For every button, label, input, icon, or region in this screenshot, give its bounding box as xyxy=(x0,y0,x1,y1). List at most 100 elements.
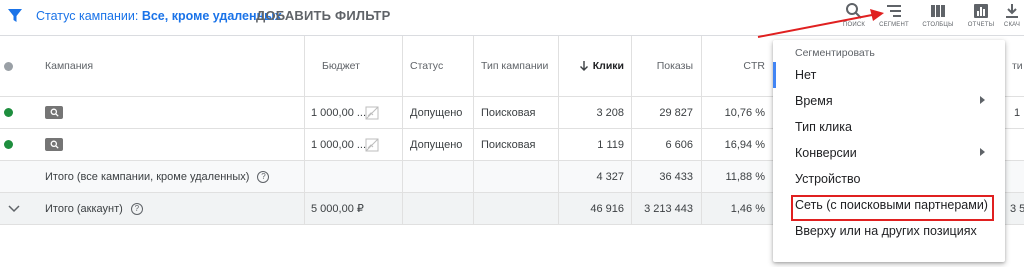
campaign-name-cell[interactable] xyxy=(45,97,63,128)
column-divider xyxy=(473,97,474,128)
select-all-status[interactable] xyxy=(4,36,13,96)
column-divider xyxy=(402,161,403,192)
budget-cell[interactable]: 1 000,00 ... xyxy=(311,129,366,160)
ctr-cell: 10,76 % xyxy=(724,106,765,119)
header-status[interactable]: Статус xyxy=(410,36,443,96)
header-impressions[interactable]: Показы xyxy=(631,36,693,96)
column-divider xyxy=(473,36,474,96)
segment-tool-label: СЕГМЕНТ xyxy=(879,22,909,28)
columns-icon xyxy=(931,5,945,17)
filter-icon[interactable] xyxy=(8,9,22,23)
column-divider xyxy=(304,97,305,128)
account-total-impressions: 3 213 443 xyxy=(644,202,693,215)
clicks-cell: 1 119 xyxy=(597,138,624,151)
segment-option-label: Время xyxy=(795,94,833,108)
column-divider xyxy=(402,36,403,96)
column-divider xyxy=(304,193,305,224)
segment-option-label: Вверху или на других позициях xyxy=(795,224,977,238)
clicks-cell: 3 208 xyxy=(596,106,624,119)
segment-option-click-type[interactable]: Тип клика xyxy=(773,114,1005,140)
segment-menu-title: Сегментировать xyxy=(795,47,875,59)
column-divider xyxy=(402,97,403,128)
column-divider xyxy=(304,129,305,160)
segment-tool-button[interactable]: СЕГМЕНТ xyxy=(874,2,914,34)
subtotal-label: Итого (все кампании, кроме удаленных) ? xyxy=(45,161,270,192)
help-icon[interactable]: ? xyxy=(257,170,270,183)
account-total-label-text: Итого (аккаунт) xyxy=(45,202,123,215)
add-filter-button[interactable]: ДОБАВИТЬ ФИЛЬТР xyxy=(256,8,390,23)
segment-option-label: Тип клика xyxy=(795,120,852,134)
column-divider xyxy=(402,129,403,160)
ctr-cell: 16,94 % xyxy=(724,138,765,151)
account-total-ctr: 1,46 % xyxy=(730,202,765,215)
help-icon[interactable]: ? xyxy=(130,202,143,215)
account-total-extra: 3 5 xyxy=(1010,202,1024,215)
column-divider xyxy=(402,193,403,224)
account-total-label: Итого (аккаунт) ? xyxy=(45,193,143,224)
filter-bar: Статус кампании: Все, кроме удаленных ДО… xyxy=(0,0,1024,34)
chevron-right-icon xyxy=(980,148,985,156)
expand-total-button[interactable] xyxy=(8,193,20,224)
subtotal-impressions: 36 433 xyxy=(659,170,693,183)
column-divider xyxy=(473,193,474,224)
status-dot xyxy=(4,97,13,128)
header-budget[interactable]: Бюджет xyxy=(304,36,360,96)
segment-option-none[interactable]: Нет xyxy=(773,62,1005,88)
image-placeholder-icon xyxy=(365,97,379,128)
segment-option-conversions[interactable]: Конверсии xyxy=(773,140,1005,166)
search-tool-label: ПОИСК xyxy=(842,22,866,28)
header-campaign-type[interactable]: Тип кампании xyxy=(481,36,548,96)
segment-option-top-vs-other[interactable]: Вверху или на других позициях xyxy=(773,218,1005,244)
account-total-clicks: 46 916 xyxy=(590,202,624,215)
search-network-icon xyxy=(45,138,63,151)
header-clicks[interactable]: Клики xyxy=(558,36,624,96)
status-dot xyxy=(4,129,13,160)
segment-dropdown-menu: Сегментировать Нет Время Тип клика Конве… xyxy=(773,40,1005,262)
reports-icon xyxy=(974,4,988,18)
segment-option-device[interactable]: Устройство xyxy=(773,166,1005,192)
search-tool-button[interactable]: ПОИСК xyxy=(834,2,874,34)
download-tool-label: СКАЧ xyxy=(1003,22,1021,28)
campaign-type-cell: Поисковая xyxy=(481,106,536,119)
campaign-status-filter[interactable]: Статус кампании: Все, кроме удаленных xyxy=(36,9,282,23)
reports-tool-button[interactable]: ОТЧЕТЫ xyxy=(961,2,1001,34)
account-total-budget: 5 000,00 ₽ xyxy=(311,203,364,215)
column-divider xyxy=(304,161,305,192)
segment-icon xyxy=(887,5,901,17)
impressions-cell: 29 827 xyxy=(659,106,693,119)
impressions-cell: 6 606 xyxy=(665,138,693,151)
status-dot-icon xyxy=(4,61,13,71)
segment-option-label: Конверсии xyxy=(795,146,857,160)
search-icon xyxy=(846,3,862,19)
status-cell: Допущено xyxy=(410,138,463,151)
columns-tool-button[interactable]: СТОЛБЦЫ xyxy=(918,2,958,34)
subtotal-clicks: 4 327 xyxy=(596,170,624,183)
subtotal-label-text: Итого (все кампании, кроме удаленных) xyxy=(45,170,250,183)
enabled-status-icon xyxy=(4,108,13,117)
segment-option-label: Устройство xyxy=(795,172,861,186)
segment-option-label: Нет xyxy=(795,68,817,82)
download-tool-button[interactable]: СКАЧ xyxy=(1000,2,1024,34)
header-clicks-label: Клики xyxy=(592,60,624,72)
filter-status-prefix: Статус кампании: xyxy=(36,9,139,23)
header-campaign[interactable]: Кампания xyxy=(45,36,93,96)
chevron-down-icon xyxy=(8,204,20,212)
campaign-type-cell: Поисковая xyxy=(481,138,536,151)
sort-arrow-down-icon xyxy=(579,61,588,71)
enabled-status-icon xyxy=(4,140,13,149)
columns-tool-label: СТОЛБЦЫ xyxy=(922,22,954,28)
status-cell: Допущено xyxy=(410,106,463,119)
header-ctr[interactable]: CTR xyxy=(701,36,765,96)
campaign-name-cell[interactable] xyxy=(45,129,63,160)
header-extra[interactable]: ти xyxy=(1012,36,1023,96)
subtotal-ctr: 11,88 % xyxy=(725,170,765,183)
column-divider xyxy=(473,129,474,160)
download-icon xyxy=(1006,4,1018,18)
budget-cell[interactable]: 1 000,00 ... xyxy=(311,97,366,128)
search-network-icon xyxy=(45,106,63,119)
segment-option-time[interactable]: Время xyxy=(773,88,1005,114)
chevron-right-icon xyxy=(980,96,985,104)
image-placeholder-icon xyxy=(365,129,379,160)
annotation-highlight-box xyxy=(791,195,994,221)
reports-tool-label: ОТЧЕТЫ xyxy=(967,22,995,28)
